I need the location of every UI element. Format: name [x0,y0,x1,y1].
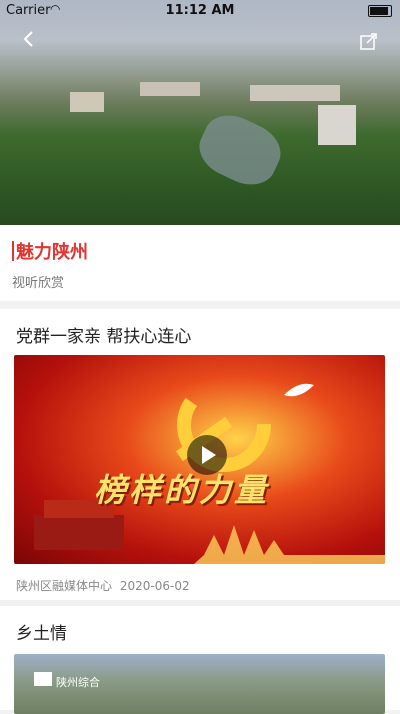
channel-label: 陕州综合 [56,676,100,689]
video-thumbnail[interactable]: 榜样的力量 [14,355,385,564]
section-header: 魅力陕州 视听欣赏 [0,225,400,301]
page-subtitle: 视听欣赏 [12,276,65,291]
channel-logo [34,672,52,686]
status-time: 11:12 AM [165,3,235,18]
accent-bar [12,241,14,261]
item-source: 陕州区融媒体中心 [16,579,113,593]
item-title: 乡土情 [16,624,67,644]
video-thumbnail[interactable]: 陕州综合 [14,654,385,714]
item-date: 2020-06-02 [119,579,190,593]
hero-river [191,105,289,195]
hero-building [140,82,200,96]
hero-building [250,85,340,101]
back-button[interactable] [22,30,44,52]
chevron-left-icon [23,31,33,47]
list-item[interactable]: 乡土情 陕州综合 [0,606,400,714]
share-icon [360,33,377,50]
hero-building [318,105,356,145]
list-item[interactable]: 党群一家亲 帮扶心连心 榜样的力量 陕州区融媒体中心 2020-06-02 [0,309,400,600]
status-bar: Carrier ◠ 11:12 AM [0,0,400,22]
item-title: 党群一家亲 帮扶心连心 [16,327,192,347]
banner-text: 榜样的力量 [94,471,270,509]
play-button[interactable] [187,435,227,475]
page-title: 魅力陕州 [16,242,88,263]
hero-image [0,0,400,225]
battery-icon [368,5,392,17]
share-button[interactable] [360,32,378,50]
item-meta: 陕州区融媒体中心 2020-06-02 [16,577,190,594]
hero-building [70,92,104,112]
